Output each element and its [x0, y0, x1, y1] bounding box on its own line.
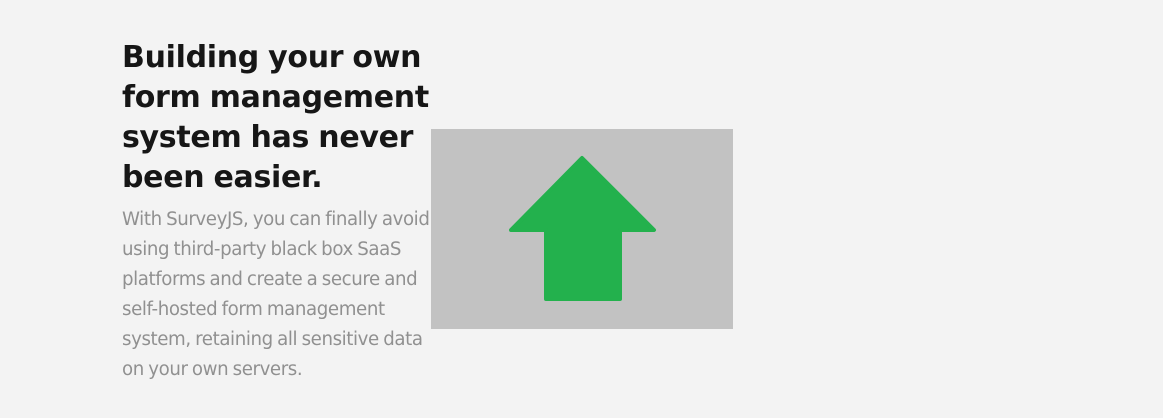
hero-description: With SurveyJS, you can finally avoid usi… — [122, 209, 430, 380]
hero-section: Building your own form management system… — [0, 0, 1163, 418]
hero-title: Building your own form management system… — [122, 40, 429, 195]
up-arrow-shape — [509, 156, 656, 301]
up-arrow-icon — [509, 156, 656, 301]
hero-illustration — [431, 129, 733, 329]
hero-text-block: Building your own form management system… — [122, 38, 432, 385]
